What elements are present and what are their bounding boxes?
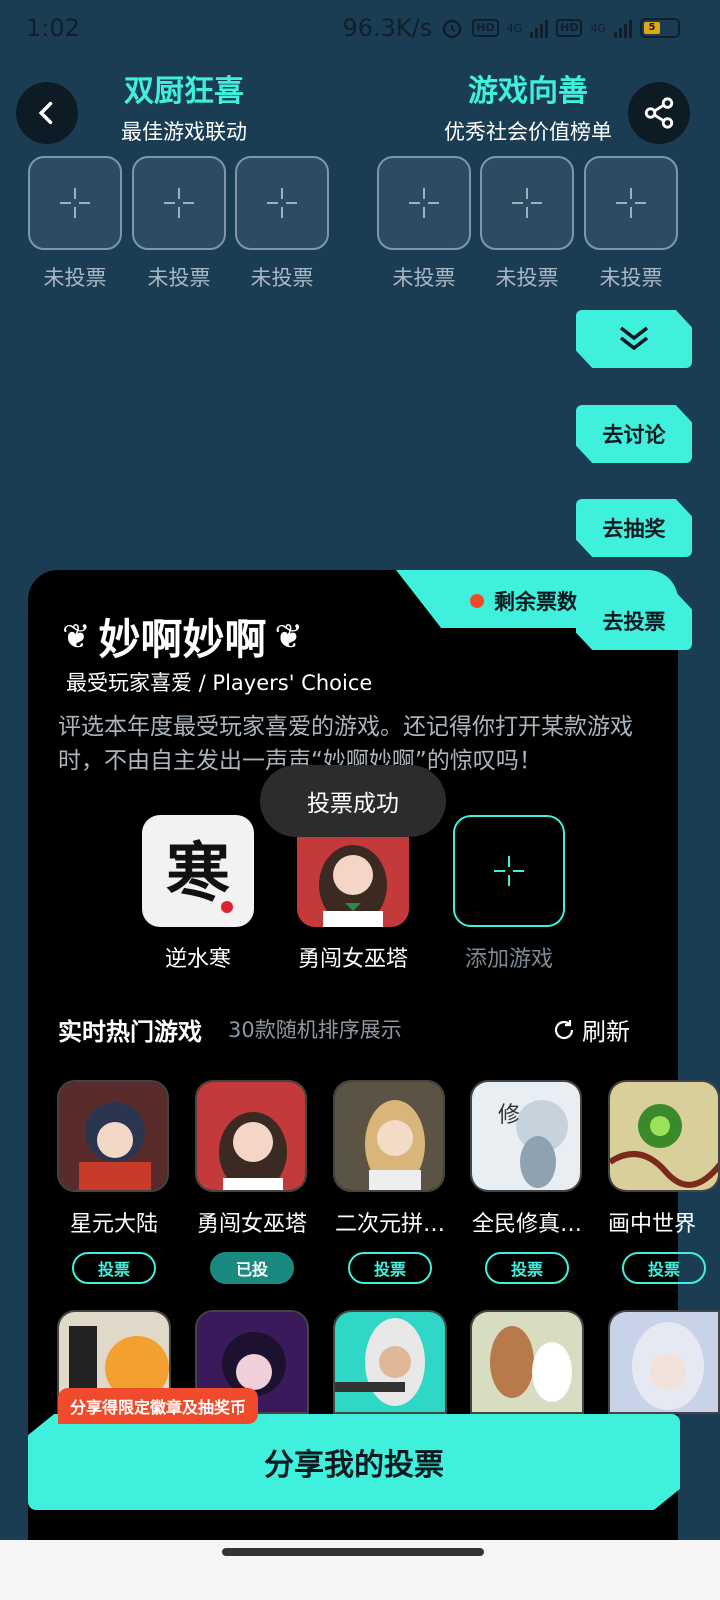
- svg-text:修: 修: [498, 1103, 520, 1128]
- category-right-subtitle: 优秀社会价值榜单: [444, 120, 612, 144]
- lottery-button[interactable]: 去抽奖: [576, 499, 692, 557]
- svg-text:寒: 寒: [166, 836, 230, 911]
- game-cover: [608, 1080, 720, 1192]
- vote-button[interactable]: 投票: [72, 1252, 156, 1284]
- plus-icon: [409, 188, 439, 218]
- signal-icon-2: [614, 18, 632, 38]
- plus-icon: [60, 188, 90, 218]
- discuss-button[interactable]: 去讨论: [576, 405, 692, 463]
- share-my-votes-button[interactable]: 分享我的投票: [28, 1414, 680, 1510]
- plus-icon: [267, 188, 297, 218]
- voted-game-name: 逆水寒: [164, 947, 231, 972]
- promo-badge: 分享得限定徽章及抽奖币: [58, 1388, 259, 1424]
- award-title-text: 妙啊妙啊: [98, 615, 267, 664]
- award-subtitle: 最受玩家喜爱 / Players' Choice: [66, 671, 373, 695]
- hd-badge-2: HD: [556, 19, 583, 37]
- share-icon: [644, 97, 674, 129]
- game-card-2[interactable]: 勇闯女巫塔 已投: [195, 1080, 309, 1284]
- game-cover-row2-4[interactable]: [470, 1310, 584, 1414]
- signal-icon: [530, 18, 549, 38]
- game-name: 全民修真…: [471, 1212, 582, 1237]
- game-cover: [195, 1080, 307, 1192]
- vote-slot-3[interactable]: 未投票: [235, 156, 329, 292]
- vote-slot-1[interactable]: 未投票: [28, 156, 122, 292]
- back-button[interactable]: [16, 82, 78, 144]
- network-speed: 96.3K/s: [342, 14, 433, 42]
- home-indicator[interactable]: [222, 1548, 484, 1556]
- game-cover-row2-5[interactable]: [608, 1310, 720, 1414]
- plus-icon: [616, 188, 646, 218]
- tickets-remaining: 剩余票数: [470, 586, 578, 616]
- add-game-label: 添加游戏: [464, 947, 553, 972]
- voted-game-1[interactable]: 寒 逆水寒: [142, 815, 254, 973]
- game-cover-row2-3[interactable]: [333, 1310, 447, 1414]
- vote-slot-label: 未投票: [250, 266, 314, 290]
- vote-slot-label: 未投票: [599, 266, 663, 290]
- game-cover: [333, 1080, 445, 1192]
- refresh-icon: [554, 1019, 574, 1039]
- game-card-5[interactable]: 画中世界 投票: [608, 1080, 720, 1284]
- game-card-4[interactable]: 修 全民修真… 投票: [470, 1080, 584, 1284]
- game-card-1[interactable]: 星元大陆 投票: [57, 1080, 171, 1284]
- category-left-subtitle: 最佳游戏联动: [121, 120, 247, 144]
- award-title: ❦ 妙啊妙啊 ❦: [62, 606, 303, 667]
- hd-badge: HD: [472, 19, 499, 37]
- network-type: 4G: [506, 21, 523, 35]
- status-indicators: 96.3K/s HD 4G HD 4G 5: [342, 14, 680, 42]
- hot-games-title: 实时热门游戏: [58, 1018, 202, 1046]
- voted-game-2[interactable]: 勇闯女巫塔: [297, 815, 409, 973]
- status-bar: 1:02 96.3K/s HD 4G HD 4G 5: [0, 0, 720, 56]
- expand-button[interactable]: [576, 310, 692, 368]
- game-cover: 寒: [142, 815, 254, 927]
- chevron-left-icon: [38, 101, 53, 125]
- vote-slot-5[interactable]: 未投票: [480, 156, 574, 292]
- game-name: 勇闯女巫塔: [196, 1212, 307, 1237]
- vote-slot-6[interactable]: 未投票: [584, 156, 678, 292]
- vote-button[interactable]: 投票: [348, 1252, 432, 1284]
- laurel-left-icon: ❦: [62, 616, 91, 657]
- share-button[interactable]: [628, 82, 690, 144]
- game-cover: [57, 1080, 169, 1192]
- status-time: 1:02: [26, 14, 80, 42]
- plus-icon: [512, 188, 542, 218]
- voted-game-name: 勇闯女巫塔: [297, 947, 408, 972]
- category-right-title: 游戏向善: [468, 74, 588, 109]
- category-left: 双厨狂喜 最佳游戏联动: [94, 66, 274, 146]
- refresh-label: 刷新: [582, 1018, 630, 1046]
- vote-slot-label: 未投票: [43, 266, 107, 290]
- game-card-3[interactable]: 二次元拼… 投票: [333, 1080, 447, 1284]
- battery-icon: 5: [640, 18, 680, 38]
- laurel-right-icon: ❦: [274, 616, 304, 657]
- dot-icon: [470, 594, 484, 608]
- alarm-icon: [443, 19, 462, 39]
- voted-button[interactable]: 已投: [210, 1252, 294, 1284]
- category-right: 游戏向善 优秀社会价值榜单: [430, 66, 626, 146]
- vote-slot-label: 未投票: [147, 266, 211, 290]
- game-name: 星元大陆: [69, 1212, 158, 1237]
- vote-button[interactable]: 投票: [485, 1252, 569, 1284]
- refresh-button[interactable]: 刷新: [552, 1012, 630, 1047]
- game-name: 二次元拼…: [334, 1212, 445, 1237]
- vote-slot-label: 未投票: [392, 266, 456, 290]
- game-name: 画中世界: [608, 1212, 697, 1237]
- double-chevron-down-icon: [619, 326, 649, 351]
- vote-slot-4[interactable]: 未投票: [377, 156, 471, 292]
- game-cover: 修: [470, 1080, 582, 1192]
- hot-games-subtitle: 30款随机排序展示: [228, 1018, 402, 1042]
- plus-icon: [164, 188, 194, 218]
- toast-vote-success: 投票成功: [260, 765, 446, 837]
- vote-slot-label: 未投票: [495, 266, 559, 290]
- vote-slot-2[interactable]: 未投票: [132, 156, 226, 292]
- category-left-title: 双厨狂喜: [124, 74, 244, 109]
- add-game-slot[interactable]: 添加游戏: [453, 815, 565, 973]
- network-type-2: 4G: [590, 21, 606, 35]
- vote-button[interactable]: 投票: [622, 1252, 706, 1284]
- go-vote-button[interactable]: 去投票: [576, 592, 692, 650]
- tickets-label: 剩余票数: [494, 590, 578, 614]
- plus-icon: [494, 856, 524, 886]
